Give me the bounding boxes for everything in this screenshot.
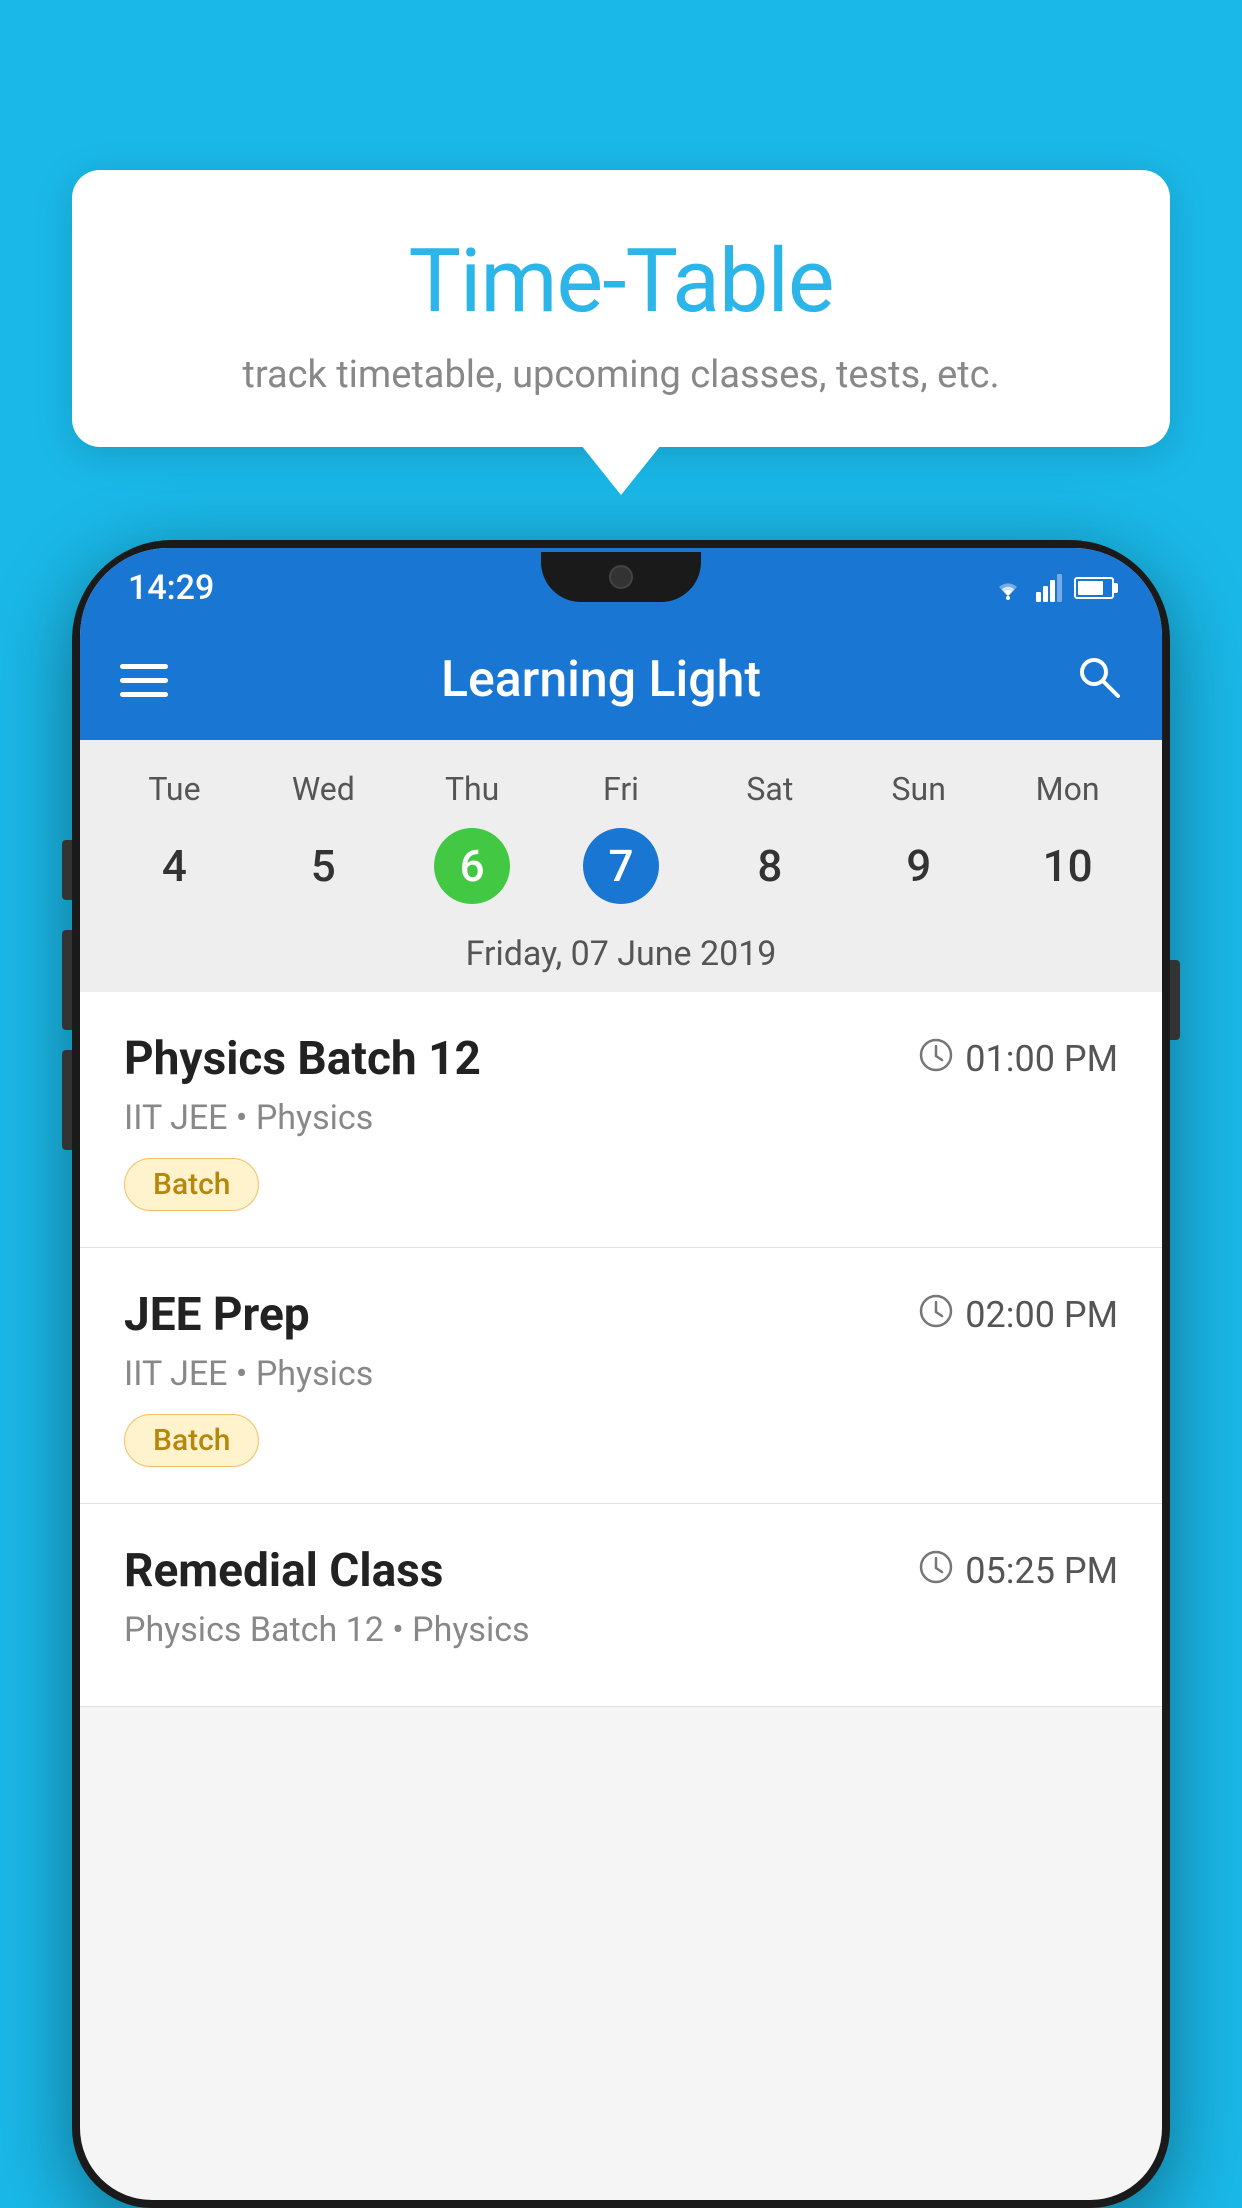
date-7-selected[interactable]: 7	[583, 828, 659, 904]
date-5[interactable]: 5	[249, 826, 398, 906]
status-time: 14:29	[128, 568, 214, 608]
phone-wrapper: 14:29	[72, 540, 1170, 2208]
mute-button	[62, 840, 72, 900]
signal-icon	[1036, 574, 1064, 602]
schedule-time-text-2: 02:00 PM	[965, 1294, 1118, 1336]
day-thu: Thu	[398, 760, 547, 818]
schedule-time-text-3: 05:25 PM	[965, 1550, 1118, 1592]
tooltip-subtitle: track timetable, upcoming classes, tests…	[132, 353, 1110, 397]
selected-date-label: Friday, 07 June 2019	[80, 922, 1162, 992]
date-6-today[interactable]: 6	[434, 828, 510, 904]
date-9[interactable]: 9	[844, 826, 993, 906]
clock-icon-2	[919, 1294, 953, 1337]
date-4[interactable]: 4	[100, 826, 249, 906]
status-icons	[990, 574, 1114, 602]
batch-badge-1: Batch	[124, 1158, 259, 1211]
day-mon: Mon	[993, 760, 1142, 818]
day-wed: Wed	[249, 760, 398, 818]
clock-icon-1	[919, 1038, 953, 1081]
schedule-item-subtitle-1: IIT JEE • Physics	[124, 1098, 1118, 1138]
search-button[interactable]	[1074, 652, 1122, 708]
schedule-item-time-3: 05:25 PM	[919, 1550, 1118, 1593]
schedule-item-header-1: Physics Batch 12 01:00 PM	[124, 1032, 1118, 1086]
schedule-item-2[interactable]: JEE Prep 02:00 PM	[80, 1248, 1162, 1504]
day-tue: Tue	[100, 760, 249, 818]
camera	[609, 565, 633, 589]
date-10[interactable]: 10	[993, 826, 1142, 906]
power-button	[1170, 960, 1180, 1040]
volume-down-button	[62, 1050, 72, 1150]
schedule-list: Physics Batch 12 01:00 PM	[80, 992, 1162, 1707]
batch-badge-2: Batch	[124, 1414, 259, 1467]
day-fri: Fri	[547, 760, 696, 818]
schedule-item-time-2: 02:00 PM	[919, 1294, 1118, 1337]
date-8[interactable]: 8	[695, 826, 844, 906]
clock-icon-3	[919, 1550, 953, 1593]
app-bar: Learning Light	[80, 620, 1162, 740]
calendar-section: Tue Wed Thu Fri Sat Sun Mon 4 5 6 7 8 9 …	[80, 740, 1162, 992]
schedule-time-text-1: 01:00 PM	[965, 1038, 1118, 1080]
volume-up-button	[62, 930, 72, 1030]
schedule-item-time-1: 01:00 PM	[919, 1038, 1118, 1081]
week-days-row: Tue Wed Thu Fri Sat Sun Mon	[80, 740, 1162, 826]
battery-icon	[1074, 577, 1114, 599]
schedule-item-header-2: JEE Prep 02:00 PM	[124, 1288, 1118, 1342]
day-sat: Sat	[695, 760, 844, 818]
schedule-item-header-3: Remedial Class 05:25 PM	[124, 1544, 1118, 1598]
schedule-item-subtitle-3: Physics Batch 12 • Physics	[124, 1610, 1118, 1650]
schedule-item-title-3: Remedial Class	[124, 1544, 443, 1598]
wifi-icon	[990, 574, 1026, 602]
phone-outer: 14:29	[72, 540, 1170, 2208]
tooltip-card: Time-Table track timetable, upcoming cla…	[72, 170, 1170, 447]
schedule-item-1[interactable]: Physics Batch 12 01:00 PM	[80, 992, 1162, 1248]
app-title: Learning Light	[208, 651, 994, 709]
tooltip-title: Time-Table	[132, 230, 1110, 333]
phone-notch	[541, 552, 701, 602]
day-sun: Sun	[844, 760, 993, 818]
phone-screen: 14:29	[80, 548, 1162, 2200]
menu-icon[interactable]	[120, 664, 168, 697]
week-dates-row: 4 5 6 7 8 9 10	[80, 826, 1162, 922]
schedule-item-title-1: Physics Batch 12	[124, 1032, 481, 1086]
schedule-item-subtitle-2: IIT JEE • Physics	[124, 1354, 1118, 1394]
schedule-item-3[interactable]: Remedial Class 05:25 PM	[80, 1504, 1162, 1707]
schedule-item-title-2: JEE Prep	[124, 1288, 310, 1342]
